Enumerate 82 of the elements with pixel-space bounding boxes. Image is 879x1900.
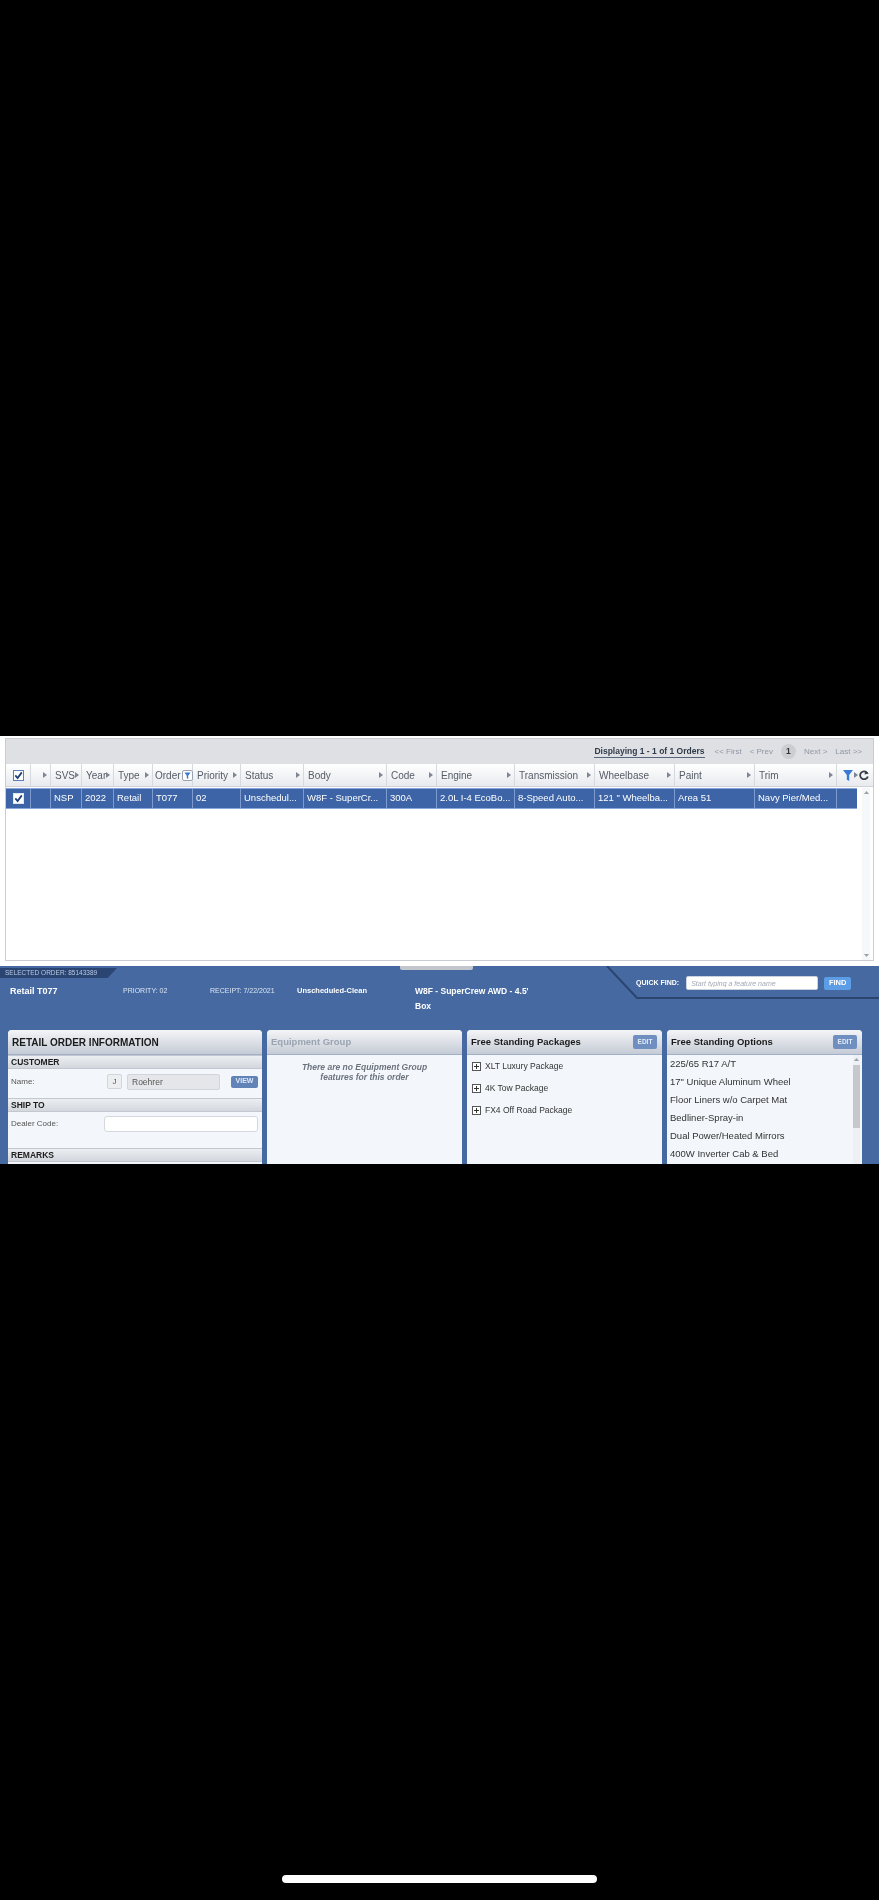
select-all-checkbox[interactable] — [12, 769, 24, 781]
sort-arrow-icon[interactable] — [379, 772, 383, 778]
table-cell: Unschedul... — [241, 789, 304, 808]
row-checkbox[interactable] — [12, 793, 24, 804]
panel-title: Free Standing Options — [671, 1034, 773, 1049]
option-item: Floor Liners w/o Carpet Mat — [669, 1093, 789, 1107]
sort-arrow-icon[interactable] — [854, 772, 858, 778]
table-cell: W8F - SuperCr... — [304, 789, 387, 808]
sort-arrow-icon[interactable] — [429, 772, 433, 778]
table-cell: 2.0L I-4 EcoBo... — [437, 789, 515, 808]
scrollbar-thumb[interactable] — [853, 1065, 860, 1128]
page-number-button[interactable]: 1 — [780, 744, 796, 759]
table-cell: NSP — [51, 789, 82, 808]
option-item: 400W Inverter Cab & Bed — [669, 1147, 780, 1161]
splitter-handle[interactable] — [400, 966, 473, 970]
filter-icon[interactable] — [181, 769, 193, 781]
expand-icon[interactable] — [472, 1083, 481, 1093]
refresh-icon[interactable] — [859, 770, 869, 780]
option-item: 225/65 R17 A/T — [669, 1057, 738, 1071]
package-name: FX4 Off Road Package — [485, 1103, 573, 1117]
sort-arrow-icon[interactable] — [587, 772, 591, 778]
section-heading: CUSTOMER — [8, 1055, 262, 1069]
column-header[interactable]: Wheelbase — [595, 764, 675, 786]
scroll-up-arrow-icon[interactable] — [863, 791, 869, 794]
package-name: 4K Tow Package — [485, 1081, 549, 1095]
section-heading: REMARKS — [8, 1148, 262, 1162]
scroll-down-arrow-icon[interactable] — [863, 954, 869, 957]
name-field[interactable]: Roehrer — [127, 1073, 220, 1090]
expand-icon[interactable] — [472, 1105, 481, 1115]
initial-field[interactable]: J — [107, 1074, 122, 1089]
section-heading: SHIP TO — [8, 1098, 262, 1112]
column-header[interactable]: Body — [304, 764, 387, 786]
column-header[interactable]: Type — [114, 764, 153, 786]
body-description: W8F - SuperCrew AWD - 4.5' Box — [415, 985, 530, 1013]
sort-arrow-icon[interactable] — [296, 772, 300, 778]
table-cell: Retail — [114, 789, 153, 808]
scrollbar[interactable] — [862, 788, 870, 960]
empty-message: There are no Equipment Group features for this order — [300, 1062, 429, 1082]
table-cell: 2022 — [82, 789, 114, 808]
column-header[interactable]: Priority — [193, 764, 241, 786]
field-label: Name: — [11, 1075, 36, 1088]
panel-title: Equipment Group — [271, 1034, 352, 1049]
option-item: 17" Unique Aluminum Wheel — [669, 1075, 792, 1089]
panel-title: RETAIL ORDER INFORMATION — [12, 1035, 159, 1050]
package-name: XLT Luxury Package — [485, 1059, 564, 1073]
table-cell: Area 51 — [675, 789, 755, 808]
sort-arrow-icon[interactable] — [75, 772, 79, 778]
column-header[interactable]: Order — [153, 764, 193, 786]
table-cell: 121 " Wheelba... — [595, 789, 675, 808]
sort-arrow-icon[interactable] — [145, 772, 149, 778]
sort-arrow-icon[interactable] — [667, 772, 671, 778]
sort-arrow-icon[interactable] — [106, 772, 111, 778]
sort-arrow-icon[interactable] — [43, 772, 47, 778]
panel-title: Free Standing Packages — [471, 1034, 581, 1049]
table-cell: Navy Pier/Med... — [755, 789, 837, 808]
option-item: Bedliner-Spray-in — [669, 1111, 745, 1125]
column-header[interactable]: Trim — [755, 764, 837, 786]
column-header[interactable]: Status — [241, 764, 304, 786]
option-item: Dual Power/Heated Mirrors — [669, 1129, 786, 1143]
column-header[interactable]: Year — [82, 764, 114, 786]
pager-summary: Displaying 1 - 1 of 1 Orders — [594, 745, 705, 758]
filter-icon[interactable] — [843, 769, 853, 781]
order-title: Retail T077 — [10, 985, 59, 998]
sort-arrow-icon[interactable] — [747, 772, 751, 778]
column-header[interactable]: Transmission — [515, 764, 595, 786]
dealer-code-field[interactable] — [104, 1116, 258, 1132]
table-row[interactable]: NSP 2022 Retail T077 02 Unschedul... W8F - SuperCr... 300A 2.0L I-4 EcoBo... 8-Speed Auto... 121 " Wheelba... Area 51 Navy Pier/Med... — [6, 788, 857, 809]
field-label: Dealer Code: — [11, 1118, 60, 1130]
sort-arrow-icon[interactable] — [233, 772, 237, 778]
column-header[interactable]: Engine — [437, 764, 515, 786]
column-header[interactable]: Code — [387, 764, 437, 786]
table-cell: T077 — [153, 789, 193, 808]
scrollbar[interactable] — [853, 1055, 860, 1164]
table-cell: 02 — [193, 789, 241, 808]
sort-arrow-icon[interactable] — [829, 772, 833, 778]
scroll-up-arrow-icon[interactable] — [854, 1058, 859, 1061]
expand-icon[interactable] — [472, 1061, 481, 1071]
table-cell: 300A — [387, 789, 437, 808]
column-header[interactable]: Paint — [675, 764, 755, 786]
column-header[interactable]: SVS — [51, 764, 82, 786]
sort-arrow-icon[interactable] — [507, 772, 511, 778]
table-cell: 8-Speed Auto... — [515, 789, 595, 808]
